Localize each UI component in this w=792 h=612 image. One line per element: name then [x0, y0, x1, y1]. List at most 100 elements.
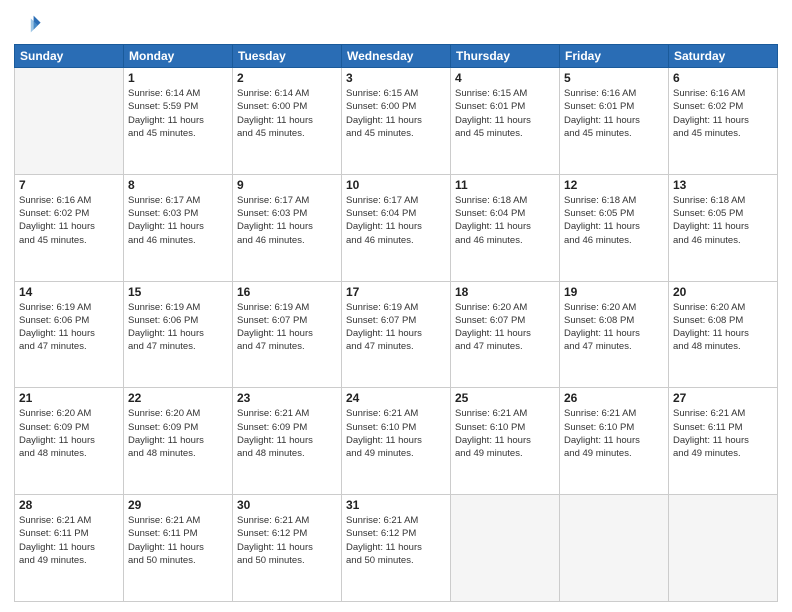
calendar-cell: 15 Sunrise: 6:19 AM Sunset: 6:06 PM Dayli… [124, 281, 233, 388]
day-info: Sunrise: 6:19 AM Sunset: 6:06 PM Dayligh… [19, 301, 119, 354]
calendar-cell: 29 Sunrise: 6:21 AM Sunset: 6:11 PM Dayli… [124, 495, 233, 602]
calendar-cell: 3 Sunrise: 6:15 AM Sunset: 6:00 PM Daylig… [342, 68, 451, 175]
calendar-cell: 5 Sunrise: 6:16 AM Sunset: 6:01 PM Daylig… [560, 68, 669, 175]
calendar-cell: 25Sunrise: 6:21 AM Sunset: 6:10 PM Dayli… [451, 388, 560, 495]
day-number: 21 [19, 391, 119, 405]
day-info: Sunrise: 6:21 AM Sunset: 6:10 PM Dayligh… [346, 407, 446, 460]
day-info: Sunrise: 6:20 AM Sunset: 6:08 PM Dayligh… [673, 301, 773, 354]
header [14, 10, 778, 38]
weekday-header-sunday: Sunday [15, 45, 124, 68]
calendar-cell: 23 Sunrise: 6:21 AM Sunset: 6:09 PM Dayli… [233, 388, 342, 495]
day-number: 4 [455, 71, 555, 85]
day-number: 10 [346, 178, 446, 192]
day-number: 12 [564, 178, 664, 192]
calendar-cell [669, 495, 778, 602]
day-info: Sunrise: 6:21 AM Sunset: 6:10 PM Dayligh… [564, 407, 664, 460]
day-info: Sunrise: 6:17 AM Sunset: 6:03 PM Dayligh… [237, 194, 337, 247]
calendar-cell: 30 Sunrise: 6:21 AM Sunset: 6:12 PM Dayli… [233, 495, 342, 602]
day-info: Sunrise: 6:21 AM Sunset: 6:09 PM Dayligh… [237, 407, 337, 460]
weekday-header-monday: Monday [124, 45, 233, 68]
day-number: 3 [346, 71, 446, 85]
day-info: Sunrise: 6:21 AM Sunset: 6:10 PM Dayligh… [455, 407, 555, 460]
day-info: Sunrise: 6:17 AM Sunset: 6:03 PM Dayligh… [128, 194, 228, 247]
day-info: Sunrise: 6:19 AM Sunset: 6:07 PM Dayligh… [237, 301, 337, 354]
calendar-week-2: 7Sunrise: 6:16 AM Sunset: 6:02 PM Daylig… [15, 174, 778, 281]
calendar-cell: 7Sunrise: 6:16 AM Sunset: 6:02 PM Daylig… [15, 174, 124, 281]
day-info: Sunrise: 6:16 AM Sunset: 6:02 PM Dayligh… [673, 87, 773, 140]
day-number: 24 [346, 391, 446, 405]
day-info: Sunrise: 6:18 AM Sunset: 6:04 PM Dayligh… [455, 194, 555, 247]
day-number: 6 [673, 71, 773, 85]
calendar-cell: 28 Sunrise: 6:21 AM Sunset: 6:11 PM Dayli… [15, 495, 124, 602]
calendar-week-5: 28 Sunrise: 6:21 AM Sunset: 6:11 PM Dayli… [15, 495, 778, 602]
calendar-cell: 14 Sunrise: 6:19 AM Sunset: 6:06 PM Dayli… [15, 281, 124, 388]
logo [14, 10, 46, 38]
day-number: 31 [346, 498, 446, 512]
day-number: 22 [128, 391, 228, 405]
day-info: Sunrise: 6:17 AM Sunset: 6:04 PM Dayligh… [346, 194, 446, 247]
day-info: Sunrise: 6:16 AM Sunset: 6:01 PM Dayligh… [564, 87, 664, 140]
day-number: 26 [564, 391, 664, 405]
calendar-cell: 13Sunrise: 6:18 AM Sunset: 6:05 PM Dayli… [669, 174, 778, 281]
calendar-cell: 17Sunrise: 6:19 AM Sunset: 6:07 PM Dayli… [342, 281, 451, 388]
calendar-cell: 20 Sunrise: 6:20 AM Sunset: 6:08 PM Dayli… [669, 281, 778, 388]
calendar-cell: 1Sunrise: 6:14 AM Sunset: 5:59 PM Daylig… [124, 68, 233, 175]
day-info: Sunrise: 6:18 AM Sunset: 6:05 PM Dayligh… [564, 194, 664, 247]
day-info: Sunrise: 6:15 AM Sunset: 6:00 PM Dayligh… [346, 87, 446, 140]
calendar-cell: 18Sunrise: 6:20 AM Sunset: 6:07 PM Dayli… [451, 281, 560, 388]
calendar-cell [451, 495, 560, 602]
day-info: Sunrise: 6:19 AM Sunset: 6:07 PM Dayligh… [346, 301, 446, 354]
calendar-week-1: 1Sunrise: 6:14 AM Sunset: 5:59 PM Daylig… [15, 68, 778, 175]
day-number: 23 [237, 391, 337, 405]
day-info: Sunrise: 6:15 AM Sunset: 6:01 PM Dayligh… [455, 87, 555, 140]
day-info: Sunrise: 6:14 AM Sunset: 6:00 PM Dayligh… [237, 87, 337, 140]
day-info: Sunrise: 6:20 AM Sunset: 6:07 PM Dayligh… [455, 301, 555, 354]
day-number: 14 [19, 285, 119, 299]
calendar-cell: 11 Sunrise: 6:18 AM Sunset: 6:04 PM Dayli… [451, 174, 560, 281]
calendar-cell: 6 Sunrise: 6:16 AM Sunset: 6:02 PM Daylig… [669, 68, 778, 175]
calendar-cell: 27Sunrise: 6:21 AM Sunset: 6:11 PM Dayli… [669, 388, 778, 495]
day-info: Sunrise: 6:19 AM Sunset: 6:06 PM Dayligh… [128, 301, 228, 354]
calendar-cell: 4 Sunrise: 6:15 AM Sunset: 6:01 PM Daylig… [451, 68, 560, 175]
day-number: 15 [128, 285, 228, 299]
day-info: Sunrise: 6:21 AM Sunset: 6:11 PM Dayligh… [19, 514, 119, 567]
calendar-cell: 8 Sunrise: 6:17 AM Sunset: 6:03 PM Daylig… [124, 174, 233, 281]
day-number: 28 [19, 498, 119, 512]
calendar-cell: 9Sunrise: 6:17 AM Sunset: 6:03 PM Daylig… [233, 174, 342, 281]
calendar-week-3: 14 Sunrise: 6:19 AM Sunset: 6:06 PM Dayli… [15, 281, 778, 388]
day-number: 30 [237, 498, 337, 512]
day-number: 7 [19, 178, 119, 192]
calendar-cell [15, 68, 124, 175]
day-info: Sunrise: 6:20 AM Sunset: 6:09 PM Dayligh… [128, 407, 228, 460]
calendar-cell: 21Sunrise: 6:20 AM Sunset: 6:09 PM Dayli… [15, 388, 124, 495]
calendar-cell: 16 Sunrise: 6:19 AM Sunset: 6:07 PM Dayli… [233, 281, 342, 388]
day-number: 16 [237, 285, 337, 299]
day-number: 5 [564, 71, 664, 85]
calendar-cell: 22 Sunrise: 6:20 AM Sunset: 6:09 PM Dayli… [124, 388, 233, 495]
day-number: 29 [128, 498, 228, 512]
calendar-cell: 19 Sunrise: 6:20 AM Sunset: 6:08 PM Dayli… [560, 281, 669, 388]
weekday-header-friday: Friday [560, 45, 669, 68]
day-info: Sunrise: 6:21 AM Sunset: 6:11 PM Dayligh… [128, 514, 228, 567]
logo-icon [14, 10, 42, 38]
calendar-cell: 12 Sunrise: 6:18 AM Sunset: 6:05 PM Dayli… [560, 174, 669, 281]
calendar-week-4: 21 Sunrise: 6:20 AM Sunset: 6:09 PM Dayli… [15, 388, 778, 495]
day-number: 20 [673, 285, 773, 299]
day-info: Sunrise: 6:21 AM Sunset: 6:12 PM Dayligh… [346, 514, 446, 567]
day-number: 11 [455, 178, 555, 192]
calendar-cell: 10 Sunrise: 6:17 AM Sunset: 6:04 PM Dayli… [342, 174, 451, 281]
calendar-cell: 24 Sunrise: 6:21 AM Sunset: 6:10 PM Dayli… [342, 388, 451, 495]
weekday-header-wednesday: Wednesday [342, 45, 451, 68]
day-number: 13 [673, 178, 773, 192]
day-info: Sunrise: 6:21 AM Sunset: 6:11 PM Dayligh… [673, 407, 773, 460]
day-number: 2 [237, 71, 337, 85]
calendar-cell: 2 Sunrise: 6:14 AM Sunset: 6:00 PM Daylig… [233, 68, 342, 175]
day-number: 19 [564, 285, 664, 299]
day-info: Sunrise: 6:20 AM Sunset: 6:08 PM Dayligh… [564, 301, 664, 354]
weekday-header-saturday: Saturday [669, 45, 778, 68]
day-number: 8 [128, 178, 228, 192]
day-info: Sunrise: 6:14 AM Sunset: 5:59 PM Dayligh… [128, 87, 228, 140]
day-info: Sunrise: 6:21 AM Sunset: 6:12 PM Dayligh… [237, 514, 337, 567]
weekday-header-row: SundayMondayTuesdayWednesdayThursdayFrid… [15, 45, 778, 68]
weekday-header-thursday: Thursday [451, 45, 560, 68]
